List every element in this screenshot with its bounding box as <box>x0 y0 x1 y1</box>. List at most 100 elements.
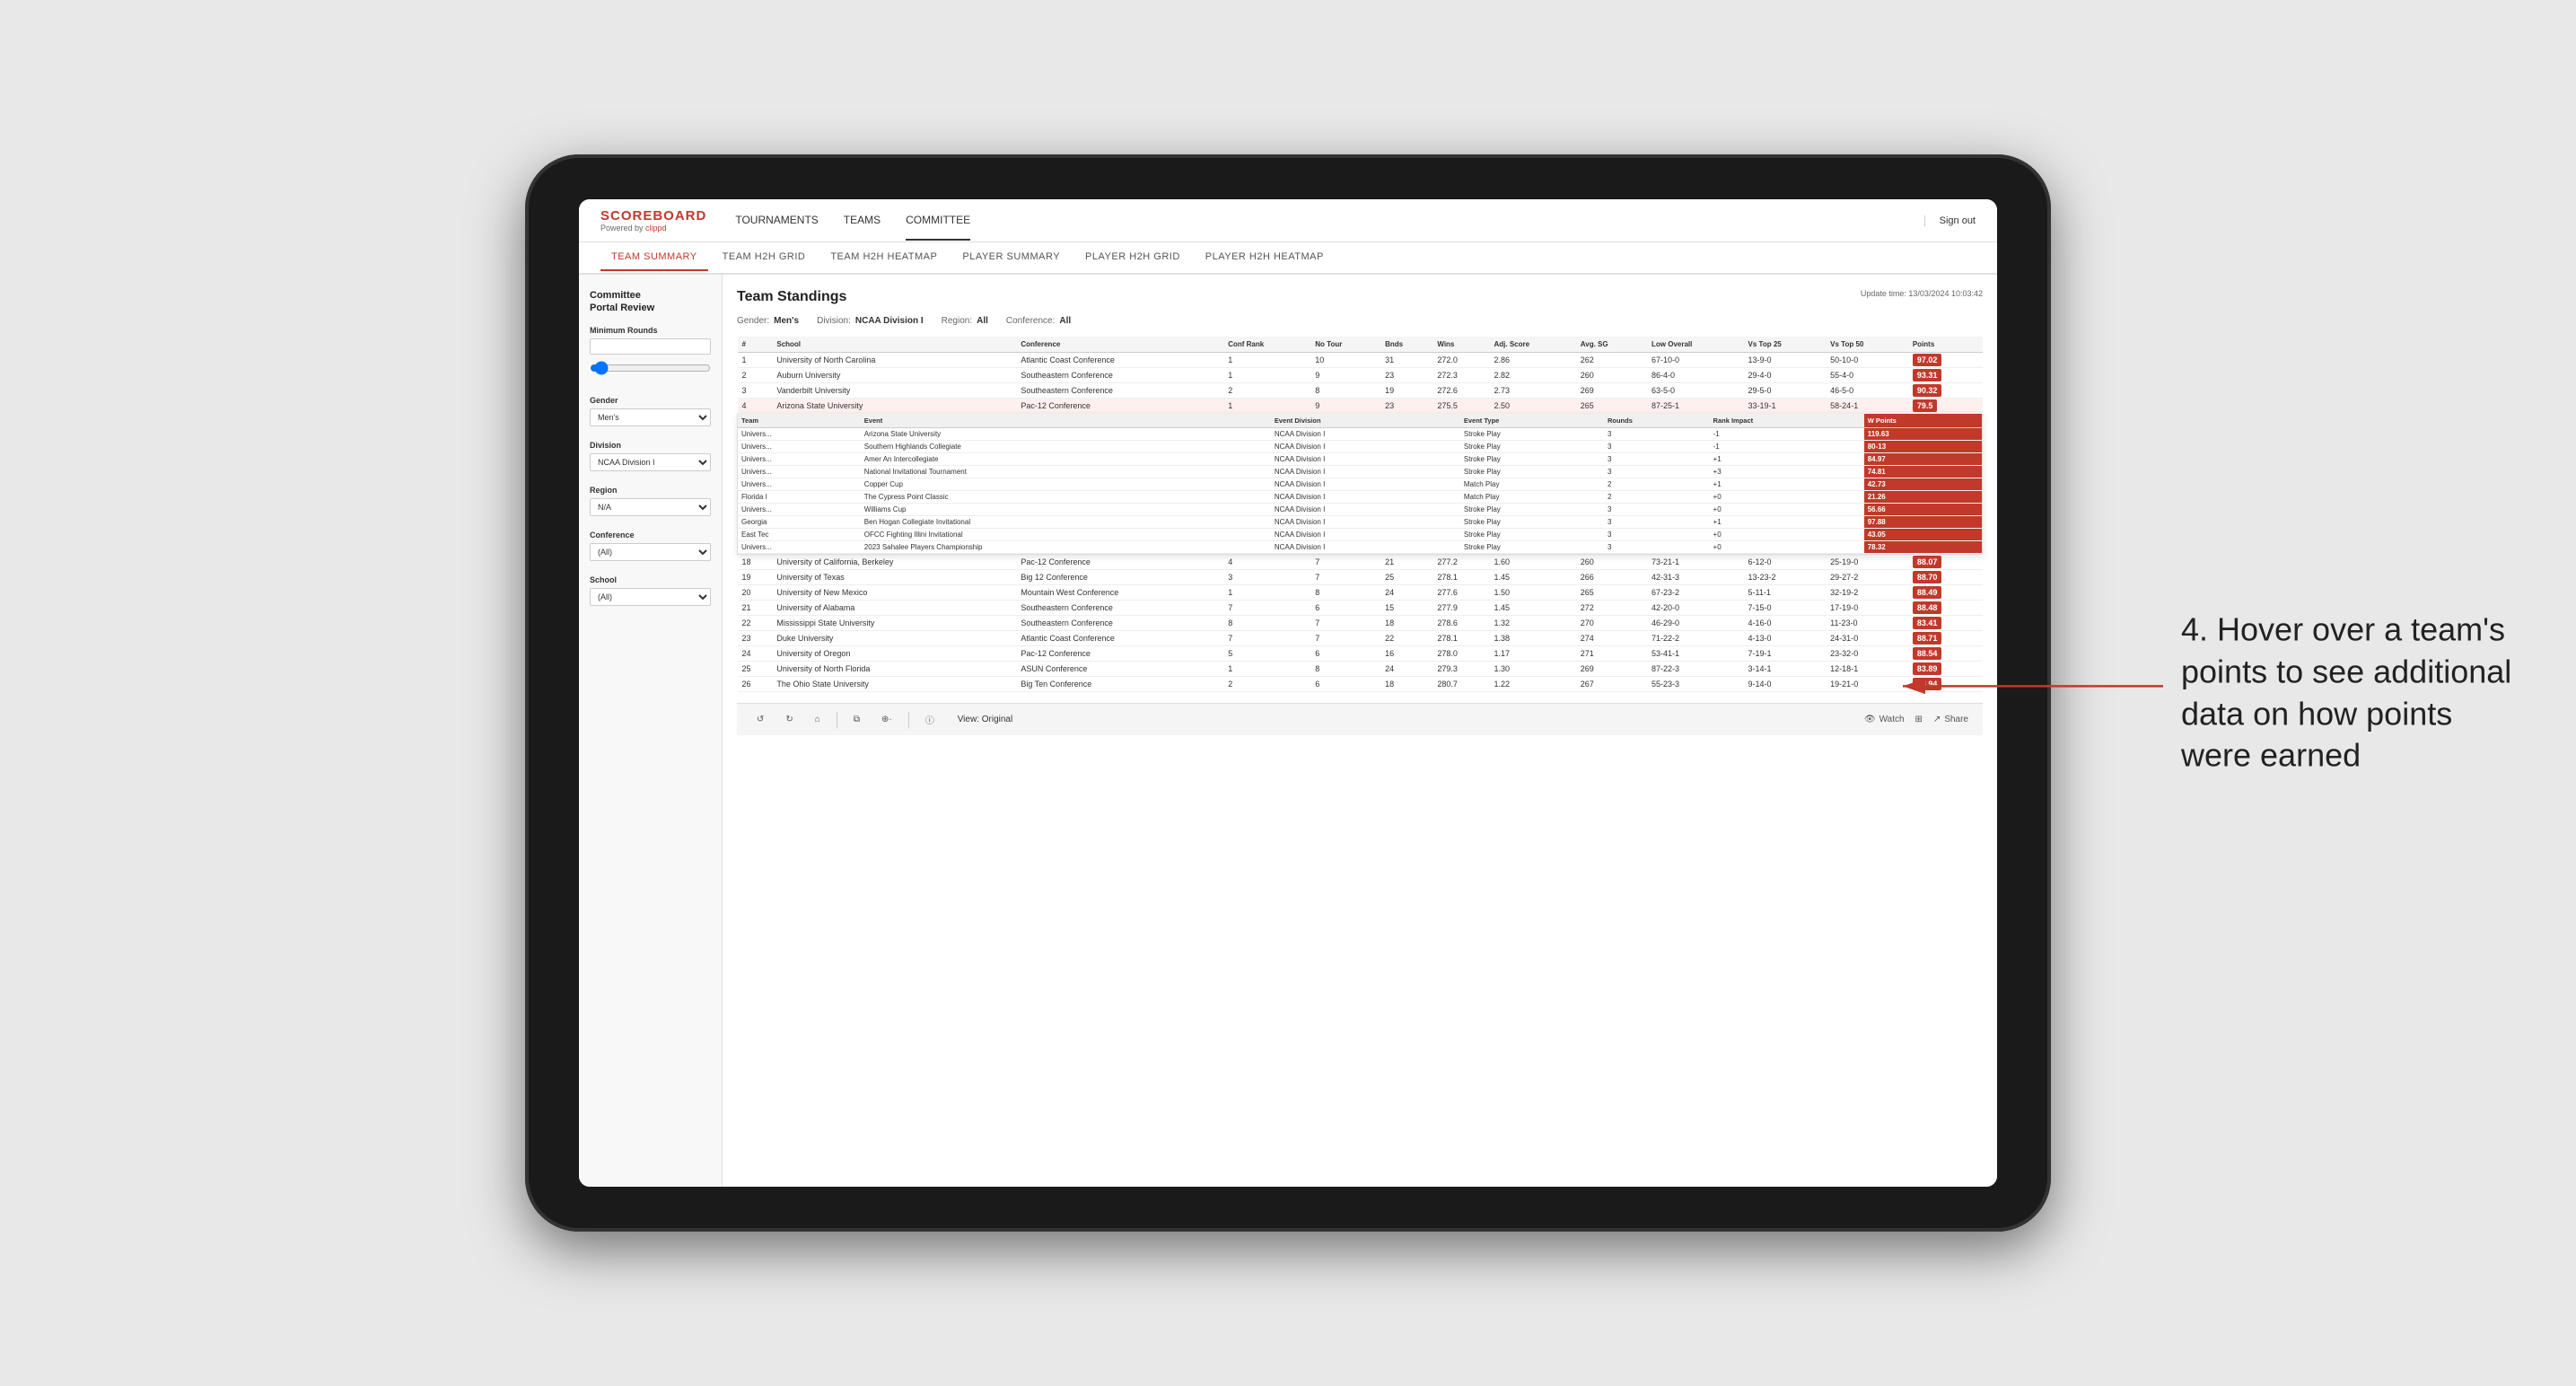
copy-button[interactable]: ⧉ <box>848 712 865 727</box>
table-row: 19 University of Texas Big 12 Conference… <box>738 570 1983 585</box>
col-bnds: Bnds <box>1380 337 1433 353</box>
home-button[interactable]: ⌂ <box>810 712 826 727</box>
toolbar-right: 👁 Watch ⊞ ↗ Share <box>1864 715 1968 724</box>
sign-out-button[interactable]: Sign out <box>1924 215 1976 226</box>
tooltip-row: Univers... Arizona State University NCAA… <box>738 428 1982 441</box>
tooltip-row: Univers... National Invitational Tournam… <box>738 466 1982 478</box>
sidebar-min-rounds: Minimum Rounds <box>590 326 711 382</box>
sub-nav-team-h2h-heatmap[interactable]: TEAM H2H HEATMAP <box>819 244 948 271</box>
points-badge[interactable]: 93.31 <box>1913 369 1942 382</box>
sidebar-title: CommitteePortal Review <box>590 289 711 315</box>
watch-button[interactable]: 👁 Watch <box>1864 715 1905 724</box>
sidebar-conference: Conference (All) <box>590 531 711 561</box>
min-rounds-input[interactable] <box>590 338 711 355</box>
points-badge[interactable]: 83.41 <box>1913 617 1942 629</box>
sidebar-conference-label: Conference <box>590 531 711 539</box>
col-adj-score: Adj. Score <box>1490 337 1576 353</box>
top-nav: SCOREBOARD Powered by clippd TOURNAMENTS… <box>579 199 1997 242</box>
paste-button[interactable]: ⊕· <box>876 712 898 727</box>
share-button[interactable]: ↗ Share <box>1933 715 1968 724</box>
update-time: Update time: 13/03/2024 10:03:42 <box>1861 289 1983 298</box>
nav-tournaments[interactable]: TOURNAMENTS <box>735 201 818 241</box>
tablet-screen: SCOREBOARD Powered by clippd TOURNAMENTS… <box>579 199 1997 1187</box>
report-title: Team Standings <box>737 289 846 305</box>
nav-links: TOURNAMENTS TEAMS COMMITTEE <box>735 201 1923 241</box>
sidebar-gender: Gender Men's <box>590 396 711 426</box>
layout-button[interactable]: ⊞ <box>1915 715 1923 724</box>
tooltip-row: Univers... Southern Highlands Collegiate… <box>738 441 1982 453</box>
col-vs-top25: Vs Top 25 <box>1744 337 1827 353</box>
points-badge[interactable]: 88.07 <box>1913 556 1942 568</box>
share-icon: ↗ <box>1933 715 1941 724</box>
conference-select[interactable]: (All) <box>590 543 711 561</box>
report-header: Team Standings Update time: 13/03/2024 1… <box>737 289 1983 305</box>
gender-select[interactable]: Men's <box>590 408 711 426</box>
sidebar-region: Region N/A <box>590 486 711 516</box>
division-select[interactable]: NCAA Division I <box>590 453 711 471</box>
tooltip-row: East Tec OFCC Fighting Illini Invitation… <box>738 529 1982 541</box>
undo-button[interactable]: ↺ <box>751 712 769 727</box>
table-row: 3 Vanderbilt University Southeastern Con… <box>738 383 1983 399</box>
sub-nav-player-h2h-heatmap[interactable]: PLAYER H2H HEATMAP <box>1195 244 1335 271</box>
col-vs-top50: Vs Top 50 <box>1826 337 1908 353</box>
table-row: 2 Auburn University Southeastern Confere… <box>738 368 1983 383</box>
col-no-tour: No Tour <box>1310 337 1380 353</box>
table-row: 22 Mississippi State University Southeas… <box>738 616 1983 631</box>
report-area: Team Standings Update time: 13/03/2024 1… <box>723 275 1997 1187</box>
bottom-toolbar: ↺ ↻ ⌂ ⧉ ⊕· ⓘ View: Original 👁 Watch ⊞ <box>737 703 1983 735</box>
sidebar: CommitteePortal Review Minimum Rounds Ge… <box>579 275 723 1187</box>
filters-row: Gender: Men's Division: NCAA Division I … <box>737 316 1983 326</box>
col-points: Points <box>1908 337 1983 353</box>
annotation-text: 4. Hover over a team's points to see add… <box>2181 609 2522 776</box>
main-content: CommitteePortal Review Minimum Rounds Ge… <box>579 275 1997 1187</box>
filter-region: Region: All <box>942 316 988 326</box>
points-badge[interactable]: 88.48 <box>1913 601 1942 614</box>
table-row: 26 The Ohio State University Big Ten Con… <box>738 677 1983 692</box>
points-badge[interactable]: 88.71 <box>1913 632 1942 645</box>
table-row: 21 University of Alabama Southeastern Co… <box>738 601 1983 616</box>
filter-gender: Gender: Men's <box>737 316 799 326</box>
min-rounds-input2[interactable] <box>590 357 711 379</box>
sub-nav-player-h2h-grid[interactable]: PLAYER H2H GRID <box>1074 244 1191 271</box>
col-avg-sg: Avg. SG <box>1576 337 1647 353</box>
sidebar-division-label: Division <box>590 441 711 450</box>
table-row: 24 University of Oregon Pac-12 Conferenc… <box>738 646 1983 662</box>
points-badge-highlighted[interactable]: 79.5 <box>1913 399 1938 412</box>
table-row: 23 Duke University Atlantic Coast Confer… <box>738 631 1983 646</box>
sidebar-school: School (All) <box>590 575 711 606</box>
region-select[interactable]: N/A <box>590 498 711 516</box>
tooltip-row: Georgia Ben Hogan Collegiate Invitationa… <box>738 516 1982 529</box>
tooltip-table: Team Event Event Division Event Type Rou… <box>738 414 1982 554</box>
tooltip-row: Florida I The Cypress Point Classic NCAA… <box>738 491 1982 504</box>
tablet-device: SCOREBOARD Powered by clippd TOURNAMENTS… <box>525 154 2051 1232</box>
tooltip-row: Univers... Copper Cup NCAA Division I Ma… <box>738 478 1982 491</box>
nav-committee[interactable]: COMMITTEE <box>906 201 970 241</box>
arrow-icon <box>1894 660 2172 714</box>
filter-division: Division: NCAA Division I <box>817 316 924 326</box>
tooltip-row: Univers... 2023 Sahalee Players Champion… <box>738 541 1982 554</box>
school-select[interactable]: (All) <box>590 588 711 606</box>
eye-icon: 👁 <box>1864 715 1876 724</box>
col-conf-rank: Conf Rank <box>1223 337 1310 353</box>
redo-button[interactable]: ↻ <box>780 712 798 727</box>
sub-nav-team-h2h-grid[interactable]: TEAM H2H GRID <box>712 244 817 271</box>
sub-nav-team-summary[interactable]: TEAM SUMMARY <box>600 244 708 271</box>
app-logo: SCOREBOARD Powered by clippd <box>600 208 706 232</box>
points-badge[interactable]: 88.54 <box>1913 647 1942 660</box>
sub-nav: TEAM SUMMARY TEAM H2H GRID TEAM H2H HEAT… <box>579 242 1997 275</box>
points-badge[interactable]: 97.02 <box>1913 354 1942 366</box>
col-conference: Conference <box>1016 337 1223 353</box>
nav-teams[interactable]: TEAMS <box>844 201 881 241</box>
sidebar-region-label: Region <box>590 486 711 495</box>
table-header-row: # School Conference Conf Rank No Tour Bn… <box>738 337 1983 353</box>
sub-nav-player-summary[interactable]: PLAYER SUMMARY <box>951 244 1071 271</box>
points-badge[interactable]: 88.70 <box>1913 571 1942 583</box>
table-row-highlighted: 4 Arizona State University Pac-12 Confer… <box>738 399 1983 414</box>
info-button[interactable]: ⓘ <box>920 710 940 729</box>
tooltip-row: Univers... Williams Cup NCAA Division I … <box>738 504 1982 516</box>
points-badge[interactable]: 88.49 <box>1913 586 1942 599</box>
table-row: 20 University of New Mexico Mountain Wes… <box>738 585 1983 601</box>
points-badge[interactable]: 90.32 <box>1913 384 1942 397</box>
col-low-overall: Low Overall <box>1647 337 1743 353</box>
tooltip-row: Univers... Amer An Intercollegiate NCAA … <box>738 453 1982 466</box>
